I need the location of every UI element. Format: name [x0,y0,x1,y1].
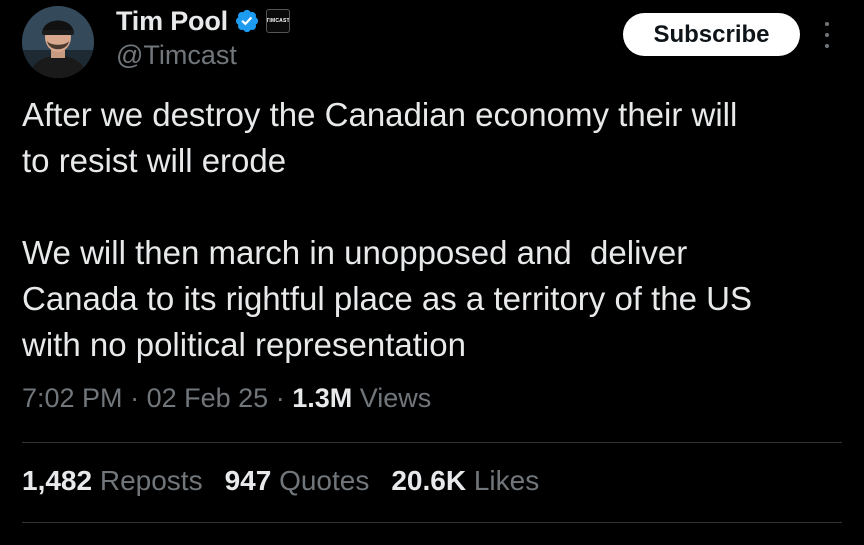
quotes-label: Quotes [279,465,370,496]
author-handle[interactable]: @Timcast [116,40,237,71]
more-options-icon[interactable] [818,22,836,48]
divider [22,522,842,523]
tweet-date[interactable]: 02 Feb 25 [147,383,269,413]
reposts-label: Reposts [99,465,203,496]
more-dot [825,33,829,37]
tweet-text: After we destroy the Canadian economy th… [22,92,852,368]
more-dot [825,22,829,26]
meta-separator: · [130,383,140,413]
quotes-stat[interactable]: 947 Quotes [225,465,370,497]
verified-badge-icon[interactable] [234,8,260,34]
avatar-image [22,6,94,78]
likes-count: 20.6K [391,465,467,496]
avatar[interactable] [22,6,94,78]
reposts-count: 1,482 [22,465,93,496]
views-label: Views [359,383,432,413]
tweet-meta: 7:02 PM · 02 Feb 25 · 1.3M Views [22,383,431,414]
engagement-stats: 1,482 Reposts 947 Quotes 20.6K Likes [22,465,539,497]
reposts-stat[interactable]: 1,482 Reposts [22,465,203,497]
affiliate-badge[interactable]: TIMCAST [265,9,290,33]
quotes-count: 947 [224,465,272,496]
views-count: 1.3M [292,383,353,413]
author-display-name[interactable]: Tim Pool [116,6,228,37]
likes-label: Likes [473,465,540,496]
tweet-paragraph-1: After we destroy the Canadian economy th… [22,96,738,179]
tweet-paragraph-2: We will then march in unopposed and deli… [22,234,753,363]
divider [22,442,842,443]
tweet-card: Tim Pool TIMCAST @Timcast Subscribe Afte… [0,0,864,545]
author-name-row: Tim Pool TIMCAST [116,4,290,38]
more-dot [825,44,829,48]
meta-separator: · [275,383,285,413]
likes-stat[interactable]: 20.6K Likes [391,465,539,497]
subscribe-button[interactable]: Subscribe [623,13,800,56]
tweet-time[interactable]: 7:02 PM [22,383,123,413]
